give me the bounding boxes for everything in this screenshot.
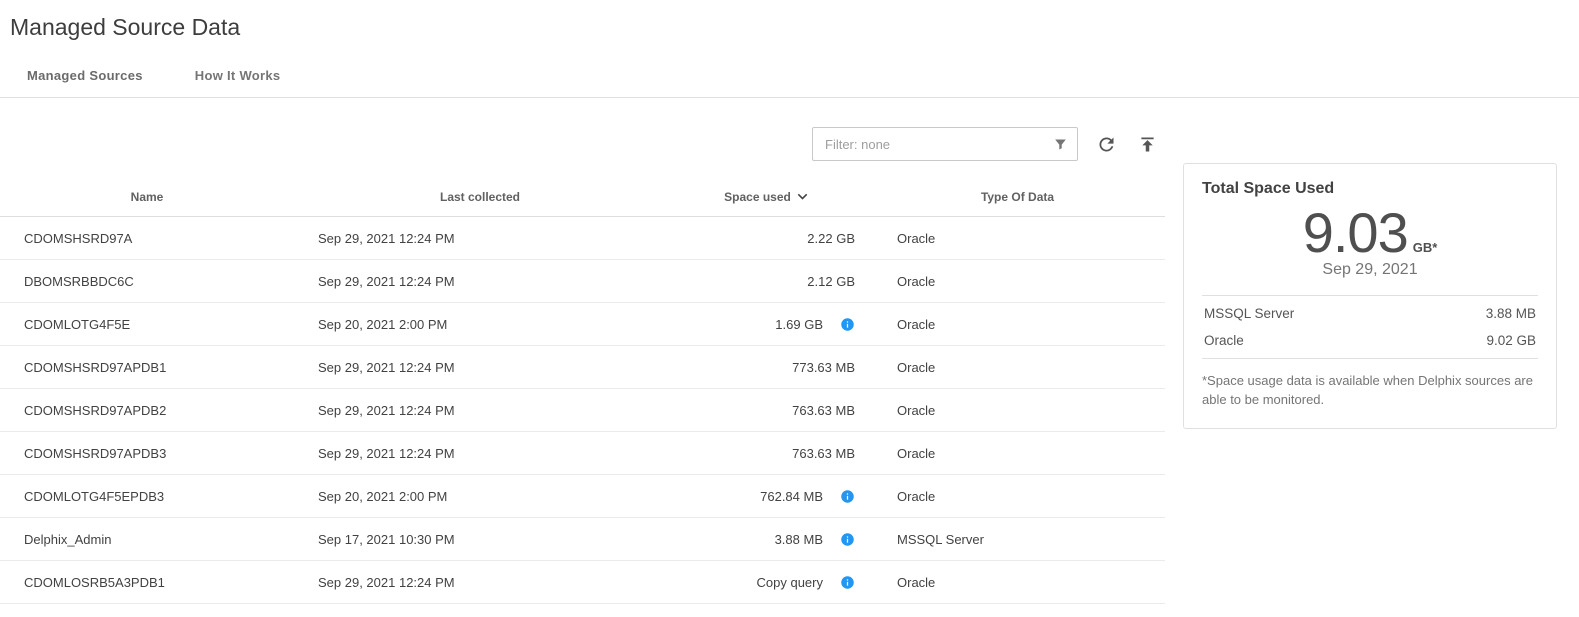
info-icon[interactable] [840,489,855,504]
row-space-used: 763.63 MB [666,446,870,461]
row-type: Oracle [870,317,1165,332]
table-row[interactable]: DBOMSRBBDC6C Sep 29, 2021 12:24 PM 2.12 … [0,260,1165,303]
row-last-collected: Sep 29, 2021 12:24 PM [294,274,666,289]
column-header-space-used[interactable]: Space used [666,187,870,206]
info-icon[interactable] [840,317,855,332]
row-name: CDOMSHSRD97APDB1 [0,360,294,375]
total-space-hero: 9.03 GB* [1202,200,1538,265]
total-space-date: Sep 29, 2021 [1202,261,1538,279]
export-button[interactable] [1135,132,1160,157]
table-row[interactable]: CDOMLOSRB5A3PDB1 Sep 29, 2021 12:24 PM C… [0,561,1165,604]
refresh-icon [1096,134,1117,155]
total-space-unit: GB* [1413,240,1438,255]
breakdown-label: Oracle [1204,333,1244,348]
row-name: CDOMLOTG4F5EPDB3 [0,489,294,504]
breakdown-value: 3.88 MB [1486,306,1536,321]
table-body: CDOMSHSRD97A Sep 29, 2021 12:24 PM 2.22 … [0,217,1165,604]
row-space-used: Copy query [666,575,870,590]
row-space-used: 3.88 MB [666,532,870,547]
sort-chevron-down-icon[interactable] [793,187,812,206]
breakdown-row: Oracle 9.02 GB [1202,327,1538,354]
breakdown-label: MSSQL Server [1204,306,1294,321]
filter-funnel-icon[interactable] [1052,136,1069,153]
row-space-used-value: 773.63 MB [792,360,855,375]
row-name: Delphix_Admin [0,532,294,547]
row-space-used: 773.63 MB [666,360,870,375]
row-type: Oracle [870,274,1165,289]
export-icon [1137,134,1158,155]
row-name: CDOMSHSRD97APDB2 [0,403,294,418]
row-type: Oracle [870,231,1165,246]
row-name: DBOMSRBBDC6C [0,274,294,289]
row-type: Oracle [870,575,1165,590]
row-space-used: 2.12 GB [666,274,870,289]
row-space-used-value: 762.84 MB [760,489,823,504]
table-row[interactable]: CDOMSHSRD97APDB1 Sep 29, 2021 12:24 PM 7… [0,346,1165,389]
column-header-name[interactable]: Name [0,190,294,204]
filter-box[interactable] [812,127,1078,161]
row-space-used-value: Copy query [757,575,823,590]
row-space-used: 763.63 MB [666,403,870,418]
column-header-type-of-data[interactable]: Type Of Data [870,190,1165,204]
row-type: Oracle [870,489,1165,504]
row-last-collected: Sep 20, 2021 2:00 PM [294,489,666,504]
space-usage-footnote: *Space usage data is available when Delp… [1202,372,1538,410]
row-last-collected: Sep 17, 2021 10:30 PM [294,532,666,547]
table-row[interactable]: CDOMSHSRD97APDB3 Sep 29, 2021 12:24 PM 7… [0,432,1165,475]
table-row[interactable]: CDOMSHSRD97APDB2 Sep 29, 2021 12:24 PM 7… [0,389,1165,432]
breakdown-value: 9.02 GB [1486,333,1536,348]
row-name: CDOMLOTG4F5E [0,317,294,332]
tab-how-it-works[interactable]: How It Works [195,68,281,97]
row-type: Oracle [870,360,1165,375]
table-section: Name Last collected Space used Type Of D… [0,127,1165,604]
breakdown-row: MSSQL Server 3.88 MB [1202,300,1538,327]
row-name: CDOMLOSRB5A3PDB1 [0,575,294,590]
row-name: CDOMSHSRD97A [0,231,294,246]
row-name: CDOMSHSRD97APDB3 [0,446,294,461]
row-last-collected: Sep 29, 2021 12:24 PM [294,446,666,461]
table-row[interactable]: Delphix_Admin Sep 17, 2021 10:30 PM 3.88… [0,518,1165,561]
table-row[interactable]: CDOMSHSRD97A Sep 29, 2021 12:24 PM 2.22 … [0,217,1165,260]
row-last-collected: Sep 20, 2021 2:00 PM [294,317,666,332]
tabs-divider [0,97,1579,98]
row-space-used: 1.69 GB [666,317,870,332]
info-icon[interactable] [840,532,855,547]
row-last-collected: Sep 29, 2021 12:24 PM [294,231,666,246]
row-space-used-value: 2.12 GB [807,274,855,289]
tab-bar: Managed Sources How It Works [0,68,1579,97]
row-space-used-value: 1.69 GB [775,317,823,332]
row-type: Oracle [870,403,1165,418]
total-space-used-card: Total Space Used 9.03 GB* Sep 29, 2021 M… [1183,163,1557,429]
table-header-row: Name Last collected Space used Type Of D… [0,177,1165,217]
refresh-button[interactable] [1094,132,1119,157]
column-header-space-used-label: Space used [724,190,791,204]
info-icon[interactable] [840,575,855,590]
row-last-collected: Sep 29, 2021 12:24 PM [294,360,666,375]
row-space-used: 762.84 MB [666,489,870,504]
page-title: Managed Source Data [0,0,1579,41]
row-space-used-value: 763.63 MB [792,403,855,418]
filter-input[interactable] [825,137,1052,152]
table-row[interactable]: CDOMLOTG4F5EPDB3 Sep 20, 2021 2:00 PM 76… [0,475,1165,518]
total-space-value: 9.03 [1303,200,1408,265]
toolbar [0,127,1165,161]
row-space-used-value: 2.22 GB [807,231,855,246]
managed-sources-table: Name Last collected Space used Type Of D… [0,177,1165,604]
row-space-used-value: 3.88 MB [775,532,823,547]
column-header-last-collected[interactable]: Last collected [294,190,666,204]
row-space-used: 2.22 GB [666,231,870,246]
managed-source-data-page: Managed Source Data Managed Sources How … [0,0,1579,617]
row-space-used-value: 763.63 MB [792,446,855,461]
card-title: Total Space Used [1202,180,1538,198]
row-last-collected: Sep 29, 2021 12:24 PM [294,403,666,418]
table-row[interactable]: CDOMLOTG4F5E Sep 20, 2021 2:00 PM 1.69 G… [0,303,1165,346]
row-type: MSSQL Server [870,532,1165,547]
tab-managed-sources[interactable]: Managed Sources [27,68,143,97]
breakdown-list: MSSQL Server 3.88 MB Oracle 9.02 GB [1202,295,1538,359]
row-last-collected: Sep 29, 2021 12:24 PM [294,575,666,590]
row-type: Oracle [870,446,1165,461]
